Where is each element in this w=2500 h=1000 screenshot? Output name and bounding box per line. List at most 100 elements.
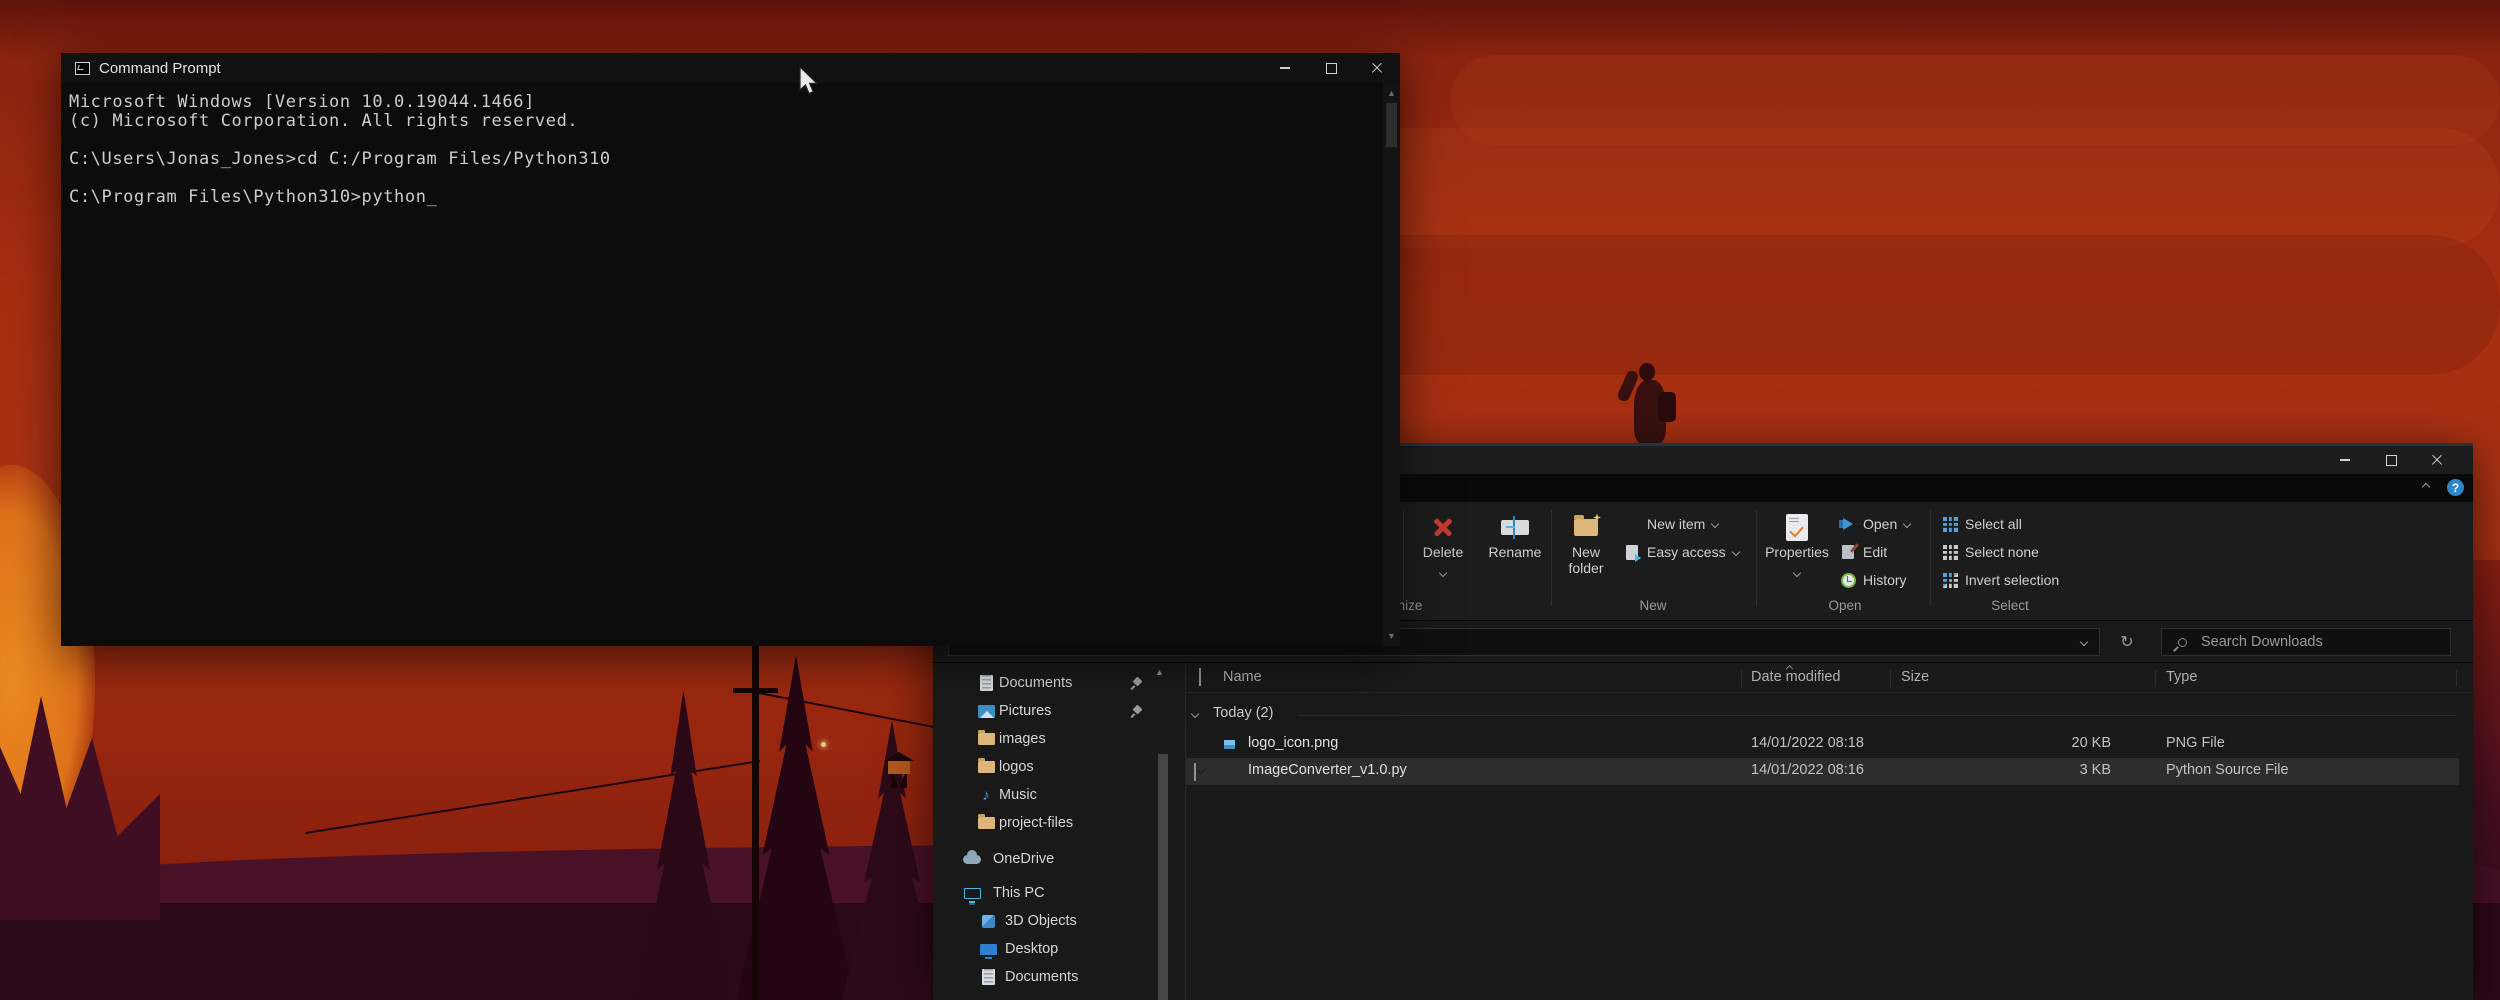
address-dropdown-icon[interactable] xyxy=(2080,638,2088,646)
terminal-line: C:\Program Files\Python310>python_ xyxy=(69,188,1383,207)
column-header-size[interactable]: Size xyxy=(1901,669,1929,685)
folder-icon xyxy=(978,761,995,773)
chevron-down-icon xyxy=(1439,569,1447,577)
minimize-button[interactable] xyxy=(1262,53,1308,83)
invert-selection-button[interactable]: Invert selection xyxy=(1941,568,2059,592)
column-divider[interactable] xyxy=(2155,670,2156,687)
close-button[interactable] xyxy=(2414,446,2460,474)
terminal-output: Microsoft Windows [Version 10.0.19044.14… xyxy=(61,83,1383,646)
pin-icon xyxy=(1130,705,1142,717)
column-divider[interactable] xyxy=(2456,670,2457,687)
sidebar-item-pictures[interactable]: Pictures xyxy=(933,697,1185,725)
computer-icon xyxy=(964,888,981,899)
desktop-icon xyxy=(980,944,997,955)
file-row-logo-icon-png[interactable]: logo_icon.png 14/01/2022 08:18 20 KB PNG… xyxy=(1186,731,2459,758)
select-all-checkbox[interactable] xyxy=(1199,668,1201,686)
command-prompt-window: Command Prompt Microsoft Windows [Versio… xyxy=(61,53,1400,646)
mouse-cursor-icon xyxy=(798,66,820,101)
ribbon-divider xyxy=(1551,510,1552,606)
history-button[interactable]: History xyxy=(1839,568,1907,592)
terminal-line xyxy=(69,131,1383,150)
navigation-pane: ▲ Documents Pictures images xyxy=(933,663,1185,1000)
edit-button[interactable]: Edit xyxy=(1839,540,1887,564)
sidebar-item-images[interactable]: images xyxy=(933,725,1185,753)
new-folder-button[interactable]: New folder xyxy=(1557,510,1615,596)
desktop: ? Delete Rename New folder xyxy=(0,0,2500,1000)
wallpaper-figure-silhouette xyxy=(1620,358,1678,444)
minimize-button[interactable] xyxy=(2322,446,2368,474)
sidebar-item-music[interactable]: ♪ Music xyxy=(933,781,1185,809)
music-note-icon: ♪ xyxy=(982,788,990,803)
sidebar-item-project-files[interactable]: project-files xyxy=(933,809,1185,837)
refresh-button[interactable]: ↻ xyxy=(2111,628,2143,656)
sidebar-item-onedrive[interactable]: OneDrive xyxy=(933,845,1185,873)
open-button[interactable]: Open xyxy=(1839,512,1910,536)
sidebar-item-this-pc[interactable]: This PC xyxy=(933,879,1185,907)
column-header-name[interactable]: Name xyxy=(1223,669,1262,685)
terminal-cursor: _ xyxy=(427,187,438,207)
column-header-date[interactable]: Date modified xyxy=(1751,669,1840,685)
wallpaper-pole-crossbar xyxy=(733,688,778,693)
scroll-down-icon[interactable]: ▼ xyxy=(1383,628,1400,644)
terminal-line xyxy=(69,169,1383,188)
row-checkbox-checked[interactable] xyxy=(1194,763,1196,781)
column-divider[interactable] xyxy=(1741,670,1742,687)
new-folder-icon xyxy=(1574,519,1598,536)
new-item-button[interactable]: New item xyxy=(1623,512,1718,536)
maximize-button[interactable] xyxy=(2368,446,2414,474)
search-icon xyxy=(2178,638,2187,647)
pin-icon xyxy=(1130,677,1142,689)
easy-access-icon xyxy=(1626,545,1638,560)
select-all-button[interactable]: Select all xyxy=(1941,512,2022,536)
easy-access-button[interactable]: Easy access xyxy=(1623,540,1739,564)
ribbon-group-label: Open xyxy=(1795,598,1895,616)
file-list: Name Date modified Size Type Today (2) xyxy=(1186,663,2473,1000)
rename-button[interactable]: Rename xyxy=(1481,510,1549,596)
cmd-scrollbar[interactable]: ▲ ▼ xyxy=(1383,83,1400,646)
terminal-line: C:\Users\Jonas_Jones>cd C:/Program Files… xyxy=(69,150,1383,169)
folder-icon xyxy=(978,733,995,745)
ribbon-group-label: New xyxy=(1603,598,1703,616)
pictures-icon xyxy=(978,705,995,718)
wallpaper-pole xyxy=(752,646,759,1000)
help-icon[interactable]: ? xyxy=(2447,479,2464,496)
ribbon-divider xyxy=(1403,510,1404,606)
explorer-main: ▲ Documents Pictures images xyxy=(933,662,2473,1000)
open-icon xyxy=(1843,518,1853,530)
group-rule xyxy=(1298,715,2457,716)
column-header-type[interactable]: Type xyxy=(2166,669,2197,685)
chevron-down-icon xyxy=(1793,569,1801,577)
sidebar-item-documents[interactable]: Documents xyxy=(933,669,1185,697)
ribbon-divider xyxy=(1930,510,1931,606)
scrollbar-thumb[interactable] xyxy=(1386,103,1397,147)
3d-objects-icon xyxy=(982,915,995,928)
properties-button[interactable]: Properties xyxy=(1765,510,1829,596)
sidebar-item-documents-pc[interactable]: Documents xyxy=(933,963,1185,991)
file-row-imageconverter-py[interactable]: ImageConverter_v1.0.py 14/01/2022 08:16 … xyxy=(1186,758,2459,785)
group-header-today[interactable]: Today (2) xyxy=(1186,703,2473,727)
sidebar-item-desktop[interactable]: Desktop xyxy=(933,935,1185,963)
scroll-up-icon[interactable]: ▲ xyxy=(1383,85,1400,101)
window-title: Command Prompt xyxy=(99,60,221,77)
group-collapse-icon[interactable] xyxy=(1191,710,1199,718)
close-button[interactable] xyxy=(1354,53,1400,83)
properties-icon xyxy=(1786,514,1808,541)
select-none-button[interactable]: Select none xyxy=(1941,540,2039,564)
cmd-titlebar[interactable]: Command Prompt xyxy=(61,53,1400,83)
cmd-icon xyxy=(75,62,90,75)
chevron-down-icon xyxy=(1711,520,1719,528)
maximize-button[interactable] xyxy=(1308,53,1354,83)
search-input[interactable] xyxy=(2201,634,2421,650)
rename-icon xyxy=(1501,520,1529,535)
terminal-line: Microsoft Windows [Version 10.0.19044.14… xyxy=(69,93,1383,112)
edit-icon xyxy=(1842,545,1854,559)
collapse-ribbon-icon[interactable] xyxy=(2422,483,2430,491)
ribbon-group-label: Select xyxy=(1960,598,2060,616)
sidebar-item-3d-objects[interactable]: 3D Objects xyxy=(933,907,1185,935)
wallpaper-lookout-tower xyxy=(884,752,914,788)
delete-icon xyxy=(1431,515,1455,539)
delete-button[interactable]: Delete xyxy=(1411,510,1475,596)
search-box[interactable] xyxy=(2161,628,2451,656)
sidebar-item-logos[interactable]: logos xyxy=(933,753,1185,781)
column-divider[interactable] xyxy=(1890,670,1891,687)
